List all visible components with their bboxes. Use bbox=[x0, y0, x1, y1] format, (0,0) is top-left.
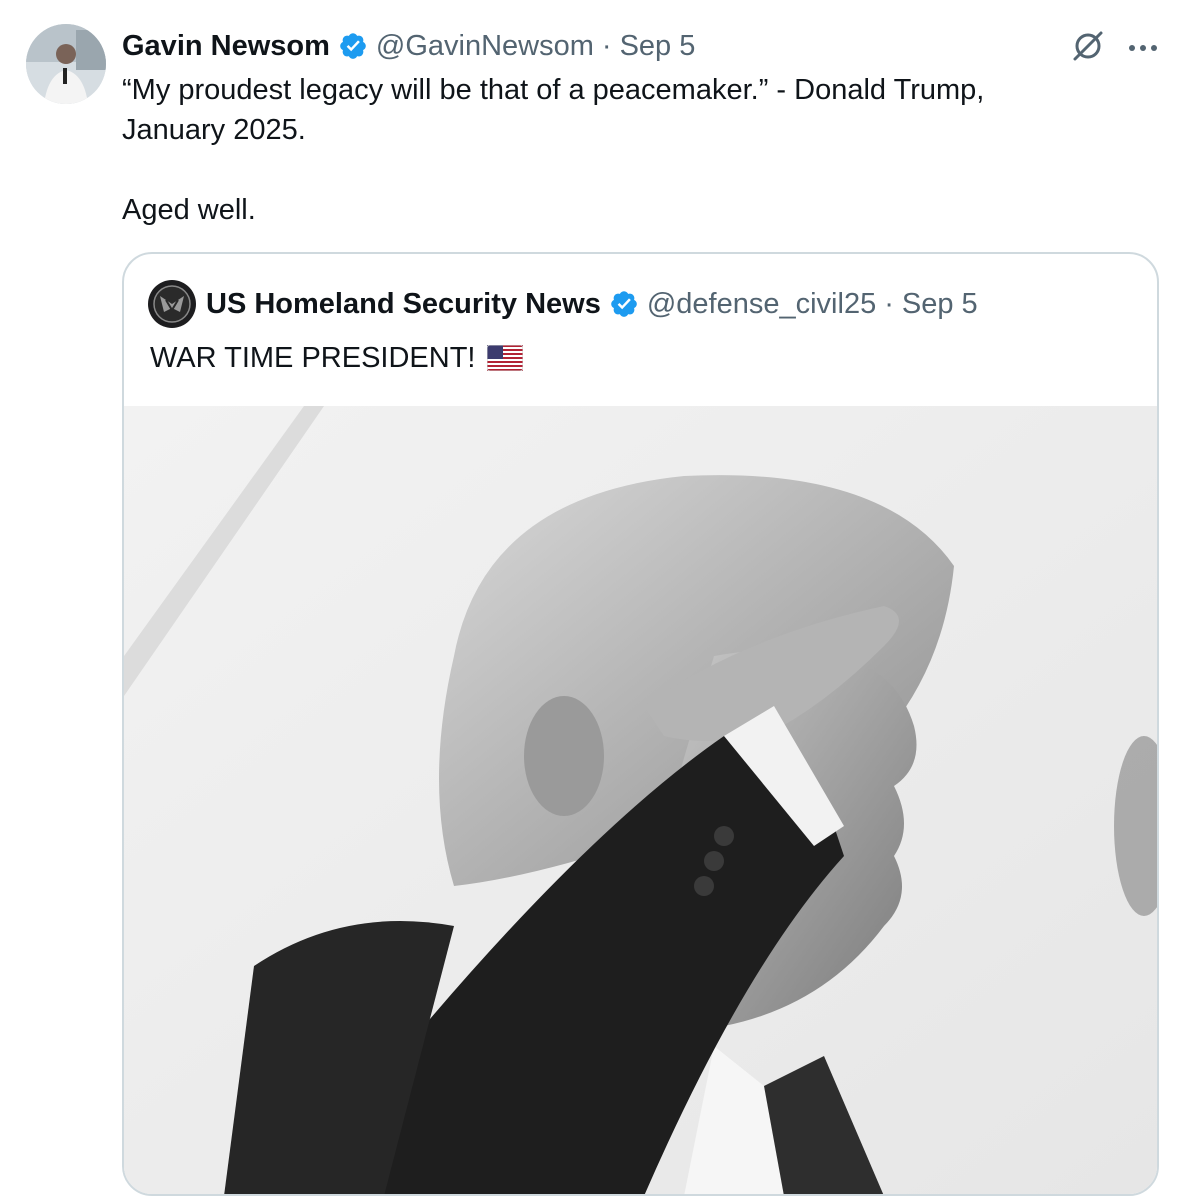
tweet-text-line1: “My proudest legacy will be that of a pe… bbox=[122, 74, 985, 146]
author-name[interactable]: Gavin Newsom bbox=[122, 30, 330, 63]
meta-separator: · bbox=[601, 29, 612, 62]
quoted-author-avatar[interactable] bbox=[148, 280, 196, 328]
tweet-date[interactable]: Sep 5 bbox=[620, 30, 696, 63]
meta-separator: · bbox=[884, 287, 894, 320]
quoted-tweet-card[interactable]: US Homeland Security News @defense_civil… bbox=[122, 252, 1159, 1196]
quoted-tweet-date[interactable]: Sep 5 bbox=[902, 288, 978, 321]
verified-badge-icon bbox=[609, 289, 639, 319]
tweet-text: “My proudest legacy will be that of a pe… bbox=[122, 70, 1122, 230]
shield-eagle-icon bbox=[153, 285, 191, 323]
quoted-author-handle[interactable]: @defense_civil25 bbox=[647, 288, 876, 321]
quoted-tweet-text-content: WAR TIME PRESIDENT! bbox=[150, 342, 476, 374]
quoted-tweet-header: US Homeland Security News @defense_civil… bbox=[148, 280, 978, 328]
verified-badge-icon bbox=[338, 31, 368, 61]
avatar-image bbox=[26, 24, 106, 104]
tweet-text-line2: Aged well. bbox=[122, 194, 256, 226]
more-options-icon[interactable] bbox=[1128, 40, 1158, 58]
quoted-author-name[interactable]: US Homeland Security News bbox=[206, 288, 601, 321]
quoted-tweet-media[interactable] bbox=[124, 406, 1157, 1194]
tweet-header: Gavin Newsom @GavinNewsom · Sep 5 bbox=[122, 28, 695, 64]
saluting-man-photo bbox=[124, 406, 1157, 1194]
header-actions bbox=[1070, 28, 1158, 69]
author-handle[interactable]: @GavinNewsom bbox=[376, 30, 594, 63]
quoted-tweet-text: WAR TIME PRESIDENT! bbox=[150, 338, 524, 378]
grok-icon[interactable] bbox=[1070, 28, 1106, 69]
author-avatar[interactable] bbox=[26, 24, 106, 104]
us-flag-emoji-icon bbox=[487, 345, 524, 371]
